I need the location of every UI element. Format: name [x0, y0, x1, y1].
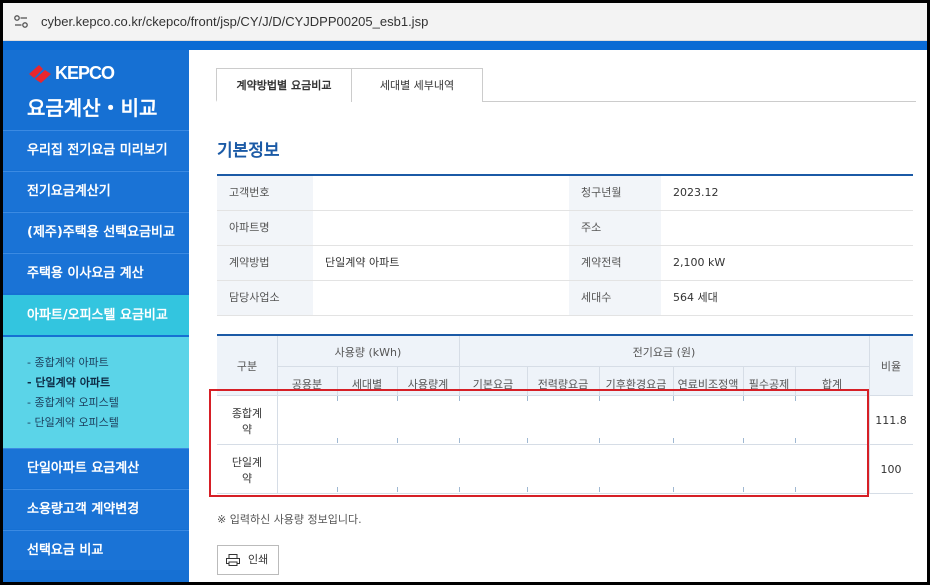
- sidebar-item-label: 아파트/오피스텔 요금비교: [27, 308, 168, 323]
- info-value: [661, 211, 913, 245]
- info-label: 계약전력: [569, 246, 661, 280]
- info-value: 단일계약 아파트: [325, 256, 400, 269]
- header-divider: [459, 336, 460, 396]
- print-label: 인쇄: [248, 553, 269, 566]
- ratio-value: 111.8: [875, 414, 907, 427]
- info-row: 아파트명 주소: [217, 211, 913, 246]
- sidebar-item-calculator[interactable]: 전기요금계산기: [3, 171, 189, 211]
- sidebar-item-low-capacity-change[interactable]: 소용량고객 계약변경: [3, 489, 189, 529]
- basic-info-table: 고객번호 청구년월 2023.12 아파트명 주소 계약방법 단일계약 아파트 …: [217, 174, 913, 316]
- info-label: 계약방법: [217, 246, 313, 280]
- info-label: 고객번호: [217, 176, 313, 210]
- header-ratio: 비율: [880, 360, 902, 373]
- kepco-logo-icon: [29, 65, 51, 83]
- sidebar-item-home-preview[interactable]: 우리집 전기요금 미리보기: [3, 130, 189, 170]
- sidebar-item-moving-calc[interactable]: 주택용 이사요금 계산: [3, 253, 189, 293]
- sidebar-item-jeju-compare[interactable]: (제주)주택용 선택요금비교: [3, 212, 189, 252]
- sidebar-item-apartment-compare[interactable]: 아파트/오피스텔 요금비교: [3, 295, 189, 335]
- print-icon: [226, 554, 240, 566]
- url-text[interactable]: cyber.kepco.co.kr/ckepco/front/jsp/CY/J/…: [41, 14, 428, 29]
- sub-item-combined-officetel[interactable]: - 종합계약 오피스텔: [27, 393, 189, 413]
- sidebar: KEPCO 요금계산・비교 우리집 전기요금 미리보기 전기요금계산기 (제주)…: [3, 50, 189, 582]
- info-label: 세대수: [569, 281, 661, 315]
- info-value: 2023.12: [673, 186, 719, 199]
- info-label: 주소: [569, 211, 661, 245]
- header-divider: [277, 366, 869, 367]
- cell-divider: [869, 396, 870, 445]
- header-divider: [277, 336, 278, 396]
- section-title: 기본정보: [217, 141, 280, 161]
- info-value: [313, 281, 569, 315]
- site-settings-icon[interactable]: [13, 14, 29, 30]
- info-row: 담당사업소 세대수 564 세대: [217, 281, 913, 316]
- info-value: 2,100 kW: [673, 256, 726, 269]
- info-label: 아파트명: [217, 211, 313, 245]
- info-label: 담당사업소: [217, 281, 313, 315]
- tab-contract-method-compare[interactable]: 계약방법별 요금비교: [216, 68, 352, 102]
- sub-item-single-officetel[interactable]: - 단일계약 오피스텔: [27, 413, 189, 433]
- sidebar-item-single-apartment-calc[interactable]: 단일아파트 요금계산: [3, 448, 189, 488]
- info-label: 청구년월: [569, 176, 661, 210]
- info-row: 계약방법 단일계약 아파트 계약전력 2,100 kW: [217, 246, 913, 281]
- header-usage-group: 사용량 (kWh): [334, 346, 402, 359]
- sidebar-title: 요금계산・비교: [27, 96, 158, 120]
- main-content: 계약방법별 요금비교 세대별 세부내역 기본정보 고객번호 청구년월 2023.…: [189, 50, 927, 582]
- highlight-box: [209, 389, 869, 497]
- info-row: 고객번호 청구년월 2023.12: [217, 176, 913, 211]
- print-button[interactable]: 인쇄: [217, 545, 279, 575]
- logo-area: KEPCO 요금계산・비교: [3, 50, 189, 128]
- usage-note: ※ 입력하신 사용량 정보입니다.: [217, 513, 362, 526]
- header-charge-group: 전기요금 (원): [632, 346, 696, 359]
- sub-item-combined-apartment[interactable]: - 종합계약 아파트: [27, 353, 189, 373]
- sidebar-subpanel: - 종합계약 아파트 - 단일계약 아파트 - 종합계약 오피스텔 - 단일계약…: [3, 337, 189, 449]
- comparison-header: 구분 사용량 (kWh) 전기요금 (원) 비율 공용분 세대별 사용량계 기본…: [217, 336, 913, 396]
- kepco-logo-text: KEPCO: [55, 63, 115, 83]
- address-bar[interactable]: cyber.kepco.co.kr/ckepco/front/jsp/CY/J/…: [3, 3, 927, 41]
- tab-household-details[interactable]: 세대별 세부내역: [351, 68, 483, 102]
- top-accent-bar: [3, 41, 927, 50]
- info-value: [313, 211, 569, 245]
- sub-item-single-apartment[interactable]: - 단일계약 아파트: [27, 373, 189, 393]
- browser-window: cyber.kepco.co.kr/ckepco/front/jsp/CY/J/…: [3, 3, 927, 582]
- info-value: [313, 176, 569, 210]
- header-divider: [869, 336, 870, 396]
- info-value: 564 세대: [673, 291, 718, 304]
- cell-divider: [869, 445, 870, 494]
- ratio-value: 100: [880, 463, 902, 476]
- header-category: 구분: [236, 360, 258, 373]
- sidebar-item-optional-rate-compare[interactable]: 선택요금 비교: [3, 530, 189, 570]
